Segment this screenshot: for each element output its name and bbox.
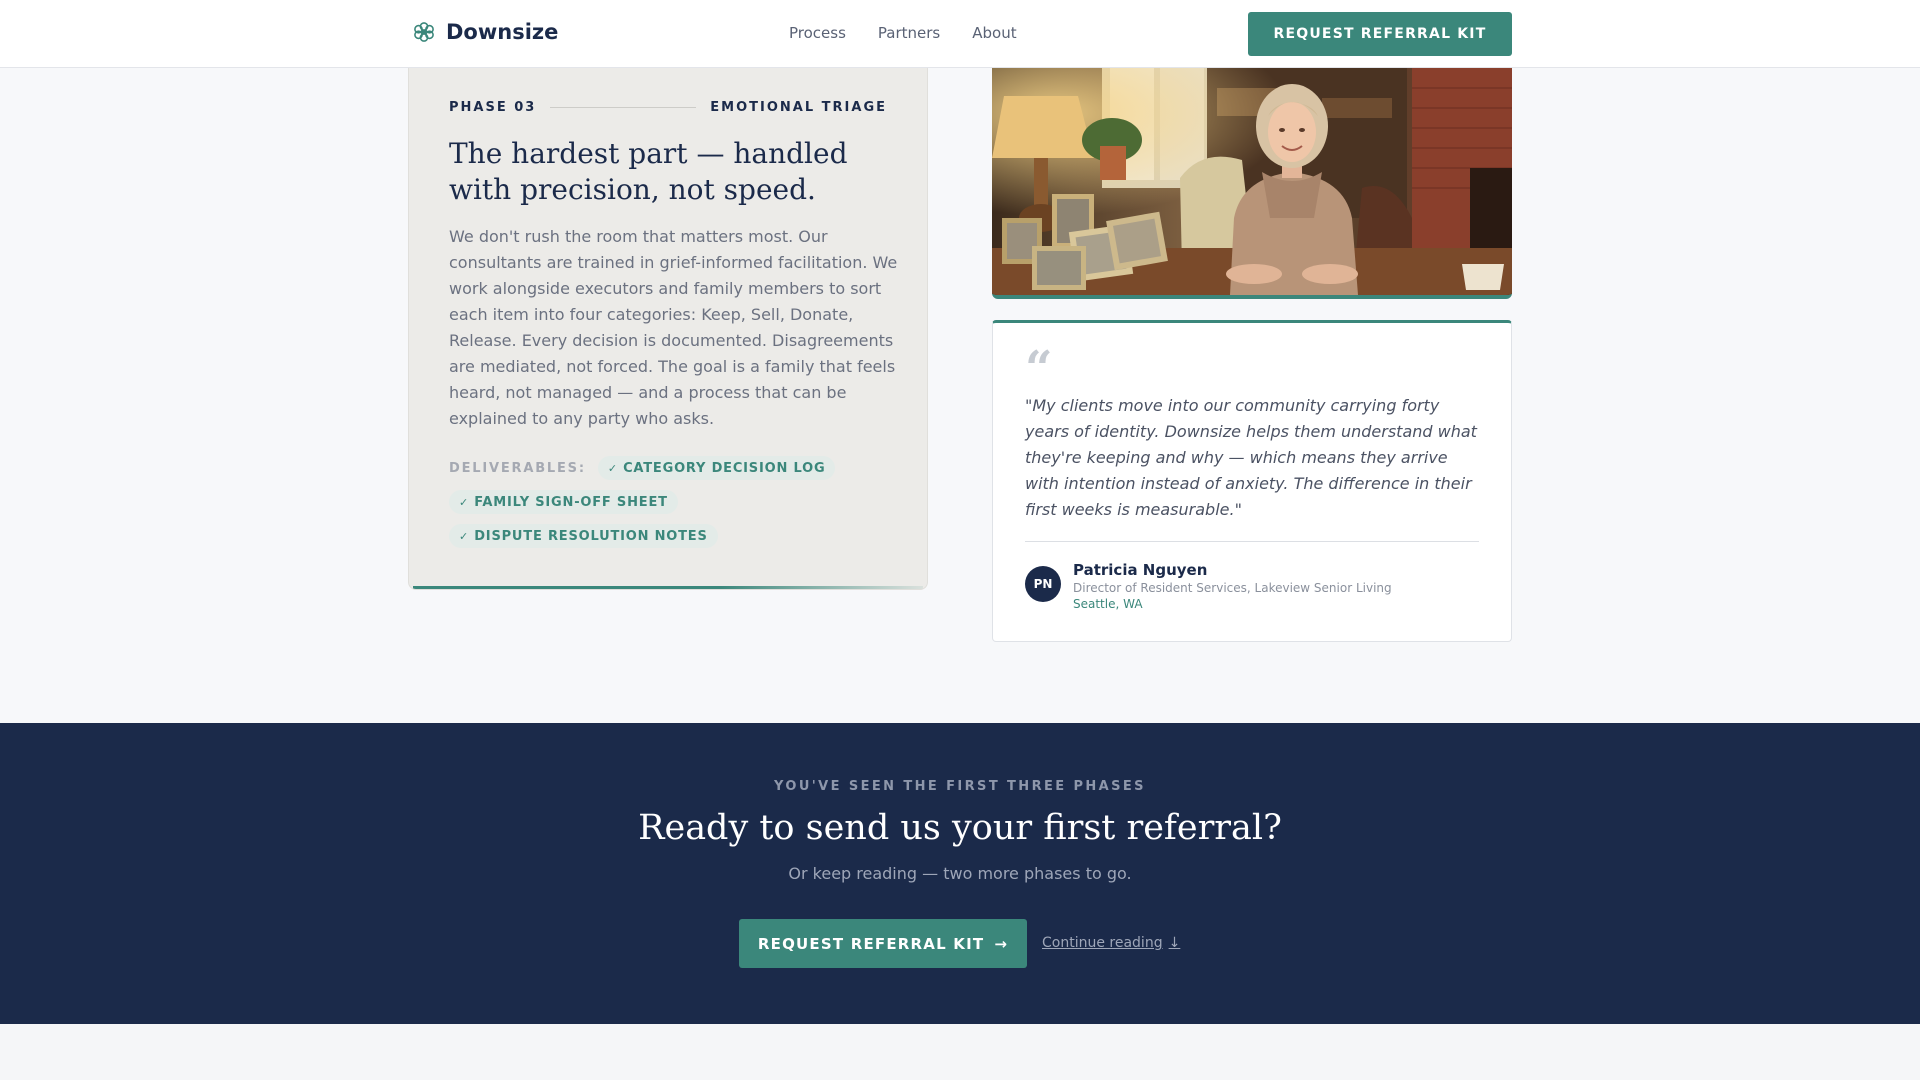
- deliverable-chip: ✓ CATEGORY DECISION LOG: [597, 456, 836, 480]
- request-referral-kit-button[interactable]: REQUEST REFERRAL KIT: [1248, 12, 1512, 56]
- avatar: PN: [1025, 566, 1061, 602]
- continue-reading-link[interactable]: Continue reading ↓: [1042, 935, 1180, 951]
- brand-name: Downsize: [446, 20, 559, 44]
- deliverables-label: DELIVERABLES:: [449, 460, 586, 476]
- testimonial-card: “ "My clients move into our community ca…: [992, 320, 1512, 642]
- phase-meta: PHASE 03 EMOTIONAL TRIAGE: [449, 100, 887, 115]
- nav-partners[interactable]: Partners: [878, 24, 940, 42]
- deliverable-chip: ✓ DISPUTE RESOLUTION NOTES: [449, 524, 718, 548]
- site-header: Downsize Process Partners About REQUEST …: [0, 0, 1920, 68]
- phase-name: EMOTIONAL TRIAGE: [710, 100, 887, 115]
- divider: [550, 107, 697, 108]
- deliverable-label: CATEGORY DECISION LOG: [623, 460, 826, 476]
- main-nav: Process Partners About: [789, 24, 1017, 42]
- quote-icon: “: [1025, 341, 1053, 397]
- continue-reading-label: Continue reading: [1042, 935, 1163, 951]
- phase-title: The hardest part — handled with precisio…: [449, 137, 848, 206]
- author-location: Seattle, WA: [1073, 597, 1143, 611]
- phase-description: We don't rush the room that matters most…: [449, 227, 898, 428]
- client-photo: [992, 68, 1512, 299]
- nav-process[interactable]: Process: [789, 24, 846, 42]
- arrow-right-icon: →: [994, 934, 1009, 953]
- cta-heading: Ready to send us your first referral?: [638, 808, 1282, 848]
- brand[interactable]: Downsize: [412, 20, 558, 44]
- photo-illustration: [992, 68, 1512, 295]
- page-bottom: [0, 1024, 1920, 1080]
- author-role: Director of Resident Services, Lakeview …: [1073, 581, 1392, 595]
- cta-button-label: REQUEST REFERRAL KIT: [757, 934, 985, 953]
- accent-line: [413, 586, 923, 589]
- cta-subtext: Or keep reading — two more phases to go.: [788, 864, 1132, 883]
- flower-logo-icon: [414, 22, 434, 42]
- cta-section: YOU'VE SEEN THE FIRST THREE PHASES Ready…: [0, 723, 1920, 1024]
- deliverable-label: FAMILY SIGN-OFF SHEET: [474, 494, 668, 510]
- phase-number: PHASE 03: [449, 100, 537, 115]
- deliverable-chip: ✓ FAMILY SIGN-OFF SHEET: [449, 490, 678, 514]
- phase-card: PHASE 03 EMOTIONAL TRIAGE The hardest pa…: [408, 68, 928, 590]
- author-name: Patricia Nguyen: [1073, 561, 1208, 579]
- cta-eyebrow: YOU'VE SEEN THE FIRST THREE PHASES: [774, 779, 1146, 794]
- nav-about[interactable]: About: [972, 24, 1016, 42]
- arrow-down-icon: ↓: [1168, 935, 1181, 951]
- check-icon: ✓: [607, 461, 618, 475]
- request-referral-kit-cta-button[interactable]: REQUEST REFERRAL KIT →: [739, 919, 1027, 968]
- testimonial-quote: "My clients move into our community carr…: [1025, 396, 1477, 519]
- deliverable-label: DISPUTE RESOLUTION NOTES: [474, 528, 708, 544]
- check-icon: ✓: [459, 529, 469, 543]
- deliverables: DELIVERABLES: ✓ CATEGORY DECISION LOG ✓ …: [449, 456, 899, 548]
- divider: [1025, 541, 1479, 542]
- check-icon: ✓: [459, 495, 469, 509]
